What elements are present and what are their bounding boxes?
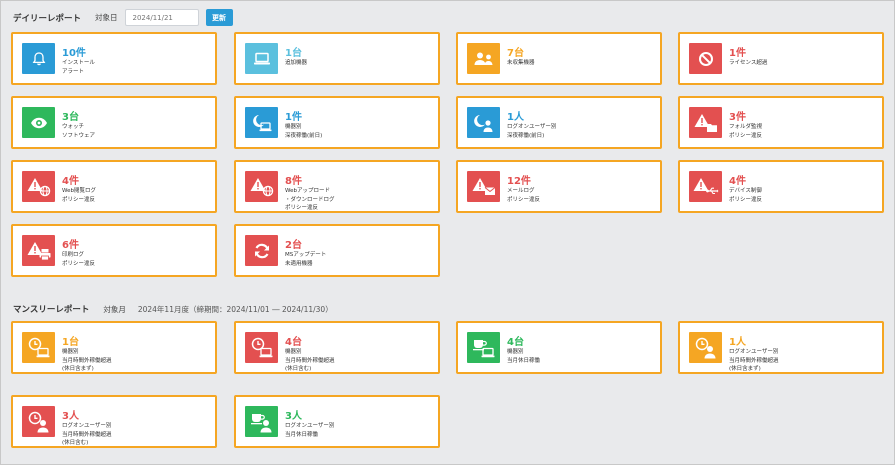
- card-description: Web閲覧ログ ポリシー違反: [62, 188, 96, 203]
- card-description: 機器別 当月時間外稼働超過 (休日含まず): [62, 349, 112, 372]
- card-value: 3人: [62, 411, 79, 422]
- card-value: 6件: [62, 240, 79, 251]
- monthly-report-title: マンスリーレポート: [13, 305, 90, 315]
- report-card[interactable]: 1件 機器別 深夜稼働(前日): [234, 96, 440, 149]
- daily-header: デイリーレポート 対象日 更新: [13, 9, 233, 26]
- warning-mail-icon: [467, 171, 500, 202]
- ban-icon: [689, 43, 722, 74]
- card-value: 7台: [507, 48, 524, 59]
- card-value: 1人: [507, 112, 524, 123]
- refresh-icon: [245, 235, 278, 266]
- monthly-target-label: 対象月: [103, 304, 126, 314]
- card-description: MSアップデート 未適用機器: [285, 252, 327, 267]
- card-value: 4台: [285, 337, 302, 348]
- moon-laptop-icon: [245, 107, 278, 138]
- report-card[interactable]: 4件 デバイス制御 ポリシー違反: [678, 160, 884, 213]
- warning-printer-icon: [22, 235, 55, 266]
- card-value: 4件: [729, 176, 746, 187]
- card-description: ログオンユーザー別 当月時間外稼働超過 (休日含む): [62, 423, 112, 446]
- laptop-icon: [245, 43, 278, 74]
- report-card[interactable]: 6件 印刷ログ ポリシー違反: [11, 224, 217, 277]
- card-value: 1件: [729, 48, 746, 59]
- report-card[interactable]: 4件 Web閲覧ログ ポリシー違反: [11, 160, 217, 213]
- card-description: 機器別 当月休日稼働: [507, 349, 541, 364]
- card-value: 4台: [507, 337, 524, 348]
- daily-report-title: デイリーレポート: [13, 13, 82, 24]
- report-card[interactable]: 1人 ログオンユーザー別 当月時間外稼働超過 (休日含まず): [678, 321, 884, 374]
- card-description: Webアップロード ・ダウンロードログ ポリシー違反: [285, 188, 335, 211]
- card-value: 10件: [62, 48, 86, 59]
- report-card[interactable]: 12件 メールログ ポリシー違反: [456, 160, 662, 213]
- card-value: 1台: [62, 337, 79, 348]
- card-description: 印刷ログ ポリシー違反: [62, 252, 96, 267]
- report-card[interactable]: 3人 ログオンユーザー別 当月時間外稼働超過 (休日含む): [11, 395, 217, 448]
- eye-icon: [22, 107, 55, 138]
- card-value: 3件: [729, 112, 746, 123]
- card-value: 3台: [62, 112, 79, 123]
- card-description: ライセンス超過: [729, 60, 768, 66]
- card-description: フォルダ監視 ポリシー違反: [729, 124, 763, 139]
- card-value: 8件: [285, 176, 302, 187]
- card-description: 機器別 深夜稼働(前日): [285, 124, 323, 139]
- report-card[interactable]: 4台 機器別 当月時間外稼働超過 (休日含む): [234, 321, 440, 374]
- clock-laptop-icon: [22, 332, 55, 363]
- card-description: 追加機器: [285, 60, 308, 66]
- monthly-header: マンスリーレポート 対象月 2024年11月度（締期間：2024/11/01 ―…: [13, 303, 333, 316]
- report-card[interactable]: 1件 ライセンス超過: [678, 32, 884, 85]
- report-card[interactable]: 1人 ログオンユーザー別 深夜稼働(前日): [456, 96, 662, 149]
- users-icon: [467, 43, 500, 74]
- card-value: 1人: [729, 337, 746, 348]
- card-description: 機器別 当月時間外稼働超過 (休日含む): [285, 349, 335, 372]
- warning-usb-icon: [689, 171, 722, 202]
- card-value: 3人: [285, 411, 302, 422]
- card-description: ログオンユーザー別 当月休日稼働: [285, 423, 335, 438]
- report-card[interactable]: 3台 ウォッチ ソフトウェア: [11, 96, 217, 149]
- monthly-period: 2024年11月度（締期間：2024/11/01 ― 2024/11/30）: [137, 304, 333, 314]
- report-card[interactable]: 1台 追加機器: [234, 32, 440, 85]
- card-value: 2台: [285, 240, 302, 251]
- report-card[interactable]: 3人 ログオンユーザー別 当月休日稼働: [234, 395, 440, 448]
- daily-target-label: 対象日: [95, 13, 118, 22]
- update-button[interactable]: 更新: [205, 9, 233, 26]
- warning-globe-icon: [245, 171, 278, 202]
- card-description: ウォッチ ソフトウェア: [62, 124, 96, 139]
- card-value: 12件: [507, 176, 531, 187]
- card-description: メールログ ポリシー違反: [507, 188, 541, 203]
- coffee-user-icon: [245, 406, 278, 437]
- coffee-laptop-icon: [467, 332, 500, 363]
- target-date-input[interactable]: [124, 9, 199, 26]
- report-card[interactable]: 1台 機器別 当月時間外稼働超過 (休日含まず): [11, 321, 217, 374]
- card-description: ログオンユーザー別 深夜稼働(前日): [507, 124, 557, 139]
- clock-user-icon: [689, 332, 722, 363]
- report-card[interactable]: 4台 機器別 当月休日稼働: [456, 321, 662, 374]
- card-description: 未収集機器: [507, 60, 535, 66]
- warning-folder-icon: [689, 107, 722, 138]
- card-value: 1件: [285, 112, 302, 123]
- card-description: インストール アラート: [62, 60, 95, 75]
- warning-globe-icon: [22, 171, 55, 202]
- clock-laptop-icon: [245, 332, 278, 363]
- card-value: 1台: [285, 48, 302, 59]
- report-card[interactable]: 8件 Webアップロード ・ダウンロードログ ポリシー違反: [234, 160, 440, 213]
- bell-icon: [22, 43, 55, 74]
- report-card[interactable]: 2台 MSアップデート 未適用機器: [234, 224, 440, 277]
- report-card[interactable]: 3件 フォルダ監視 ポリシー違反: [678, 96, 884, 149]
- clock-user-icon: [22, 406, 55, 437]
- report-card[interactable]: 7台 未収集機器: [456, 32, 662, 85]
- card-description: デバイス制御 ポリシー違反: [729, 188, 763, 203]
- card-value: 4件: [62, 176, 79, 187]
- moon-user-icon: [467, 107, 500, 138]
- report-card[interactable]: 10件 インストール アラート: [11, 32, 217, 85]
- card-description: ログオンユーザー別 当月時間外稼働超過 (休日含まず): [729, 349, 779, 372]
